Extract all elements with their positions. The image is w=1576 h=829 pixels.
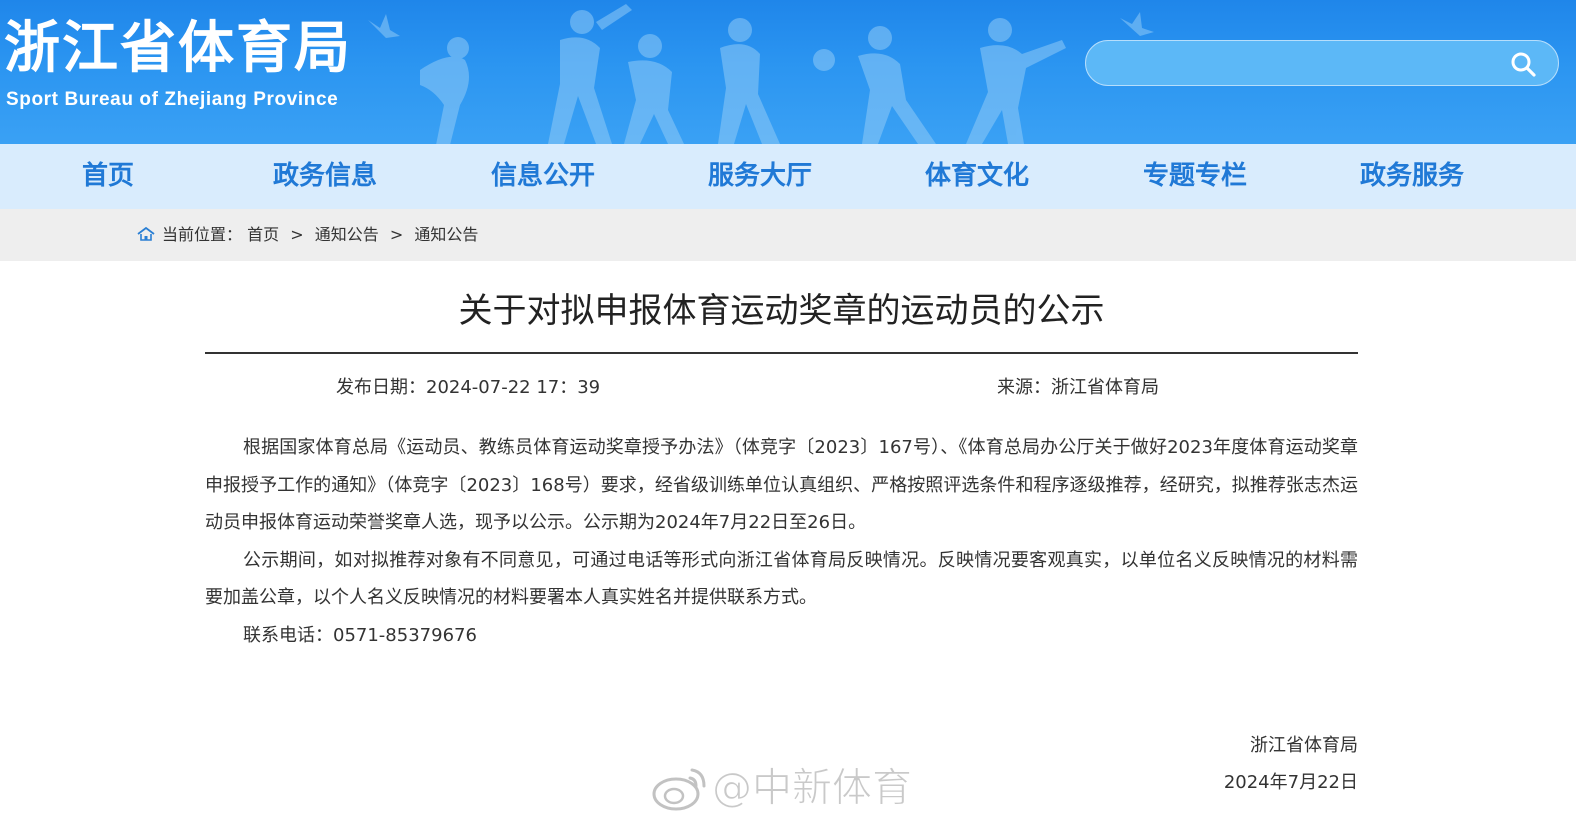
article-paragraph: 公示期间，如对拟推荐对象有不同意见，可通过电话等形式向浙江省体育局反映情况。反映…: [205, 549, 1358, 609]
main-nav: 首页 政务信息 信息公开 服务大厅 体育文化 专题专栏 政务服务: [0, 144, 1576, 209]
nav-item-home[interactable]: 首页: [58, 144, 158, 209]
nav-item-government-info[interactable]: 政务信息: [262, 144, 388, 209]
nav-item-special-topics[interactable]: 专题专栏: [1132, 144, 1258, 209]
breadcrumb-prefix: 当前位置：: [162, 225, 243, 244]
logo-chinese-title[interactable]: 浙江省体育局: [4, 16, 352, 80]
signature-organization: 浙江省体育局: [1250, 735, 1358, 756]
breadcrumb: 当前位置： 首页 > 通知公告 > 通知公告: [136, 209, 478, 261]
search-input[interactable]: [1106, 49, 1500, 79]
article-source: 来源：浙江省体育局: [997, 377, 1159, 398]
nav-item-service-hall[interactable]: 服务大厅: [697, 144, 823, 209]
site-header: 浙江省体育局 Sport Bureau of Zhejiang Province: [0, 0, 1576, 144]
article-paragraph: 根据国家体育总局《运动员、教练员体育运动奖章授予办法》（体竞字〔2023〕167…: [205, 437, 1358, 533]
search-icon[interactable]: [1510, 51, 1536, 77]
article-body: 根据国家体育总局《运动员、教练员体育运动奖章授予办法》（体竞字〔2023〕167…: [205, 429, 1358, 654]
article-title: 关于对拟申报体育运动奖章的运动员的公示: [458, 291, 1105, 331]
publish-date: 发布日期：2024-07-22 17：39: [336, 377, 601, 398]
breadcrumb-notice-link[interactable]: 通知公告: [315, 225, 379, 244]
contact-phone: 联系电话：0571-85379676: [243, 624, 477, 646]
nav-item-info-disclosure[interactable]: 信息公开: [480, 144, 606, 209]
breadcrumb-current-link[interactable]: 通知公告: [414, 225, 478, 244]
logo-english-title: Sport Bureau of Zhejiang Province: [6, 89, 339, 110]
weibo-logo-icon: [652, 768, 706, 811]
title-divider: [205, 352, 1358, 354]
breadcrumb-separator: >: [290, 225, 304, 244]
breadcrumb-bar: 当前位置： 首页 > 通知公告 > 通知公告: [0, 209, 1576, 261]
nav-item-government-services[interactable]: 政务服务: [1349, 144, 1475, 209]
home-icon: [137, 226, 155, 241]
signature-date: 2024年7月22日: [1223, 772, 1358, 793]
breadcrumb-separator: >: [389, 225, 404, 244]
watermark-text: @中新体育: [712, 765, 913, 812]
breadcrumb-home-link[interactable]: 首页: [247, 225, 279, 244]
search-box: [1085, 40, 1559, 86]
nav-item-sports-culture[interactable]: 体育文化: [914, 144, 1040, 209]
